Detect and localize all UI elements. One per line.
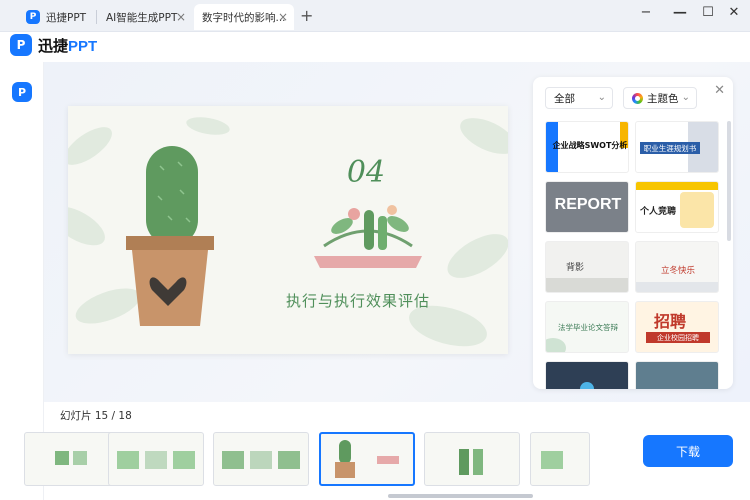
tab-label: AI智能生成PPT xyxy=(106,11,178,24)
template-card-title: 个人竞聘 xyxy=(640,207,677,217)
theme-color-dropdown[interactable]: 主题色 ⌄ xyxy=(623,87,697,109)
card-leaf xyxy=(546,338,566,352)
app-logo-text: 迅捷PPT xyxy=(38,35,97,56)
window-close-icon[interactable]: ✕ xyxy=(724,5,744,20)
card-mountain xyxy=(546,278,628,292)
template-card-title: 企业战略SWOT分析 xyxy=(552,141,628,150)
theme-color-label: 主题色 xyxy=(647,92,679,105)
thumb-bar xyxy=(459,449,469,475)
tab-label: 数字时代的影响... xyxy=(202,11,286,24)
thumb-block xyxy=(73,451,87,465)
thumb-photo xyxy=(541,451,563,469)
thumb-photo xyxy=(173,451,195,469)
template-card[interactable] xyxy=(545,361,629,389)
thumb-cactus xyxy=(339,440,351,464)
minimize-icon[interactable]: − xyxy=(636,5,656,20)
template-card-title: REPORT xyxy=(554,196,622,213)
close-icon[interactable]: × xyxy=(278,10,288,24)
filmstrip-thumbnail-active[interactable] xyxy=(319,432,415,486)
template-panel: 全部 ⌄ 主题色 ⌄ ✕ 企业战略SWOT分析 职业生涯规划书 REPORT 个… xyxy=(533,77,733,389)
slide-number: 04 xyxy=(347,155,385,190)
template-card[interactable]: 背影 xyxy=(545,241,629,293)
flower-bouquet-illustration xyxy=(314,205,422,268)
slide-preview[interactable]: 04 执行与执行效果评估 xyxy=(68,106,508,354)
template-card-title: 职业生涯规划书 xyxy=(640,142,700,154)
color-wheel-icon xyxy=(632,92,643,104)
thumb-photo xyxy=(250,451,272,469)
tab-ai-generate[interactable]: AI智能生成PPT × xyxy=(98,4,192,30)
slide-counter: 幻灯片 15 / 18 xyxy=(60,410,132,422)
restore-icon[interactable]: ☐ xyxy=(698,5,718,20)
filmstrip-thumbnail[interactable] xyxy=(24,432,120,486)
filmstrip-thumbnail[interactable] xyxy=(530,432,590,486)
thumb-photo xyxy=(222,451,244,469)
menu-icon[interactable]: − xyxy=(670,0,690,24)
template-card[interactable]: 法学毕业论文答辩 xyxy=(545,301,629,353)
chevron-down-icon: ⌄ xyxy=(597,92,606,103)
template-card[interactable]: REPORT xyxy=(545,181,629,233)
close-icon[interactable]: × xyxy=(176,10,186,24)
filter-all-label: 全部 xyxy=(554,92,575,105)
template-card-title: 企业校园招聘 xyxy=(646,332,710,343)
tab-separator xyxy=(96,10,97,24)
template-card-title: 背影 xyxy=(566,263,585,273)
filmstrip-thumbnail[interactable] xyxy=(108,432,204,486)
thumb-photo xyxy=(145,451,167,469)
template-card[interactable]: 招聘 企业校园招聘 xyxy=(635,301,719,353)
card-accent xyxy=(636,182,718,190)
template-card[interactable]: 企业战略SWOT分析 xyxy=(545,121,629,173)
logo-text-main: 迅捷 xyxy=(38,38,69,55)
card-logo xyxy=(580,382,594,389)
card-snow xyxy=(636,282,718,292)
filmstrip-scrollbar[interactable] xyxy=(388,494,533,498)
thumb-pot xyxy=(335,462,355,478)
new-tab-plus-icon[interactable]: + xyxy=(300,6,313,25)
thumb-ribbon xyxy=(377,456,399,464)
slide-title: 执行与执行效果评估 xyxy=(286,292,430,310)
template-card-title: 法学毕业论文答辩 xyxy=(558,323,618,332)
template-card[interactable]: 职业生涯规划书 xyxy=(635,121,719,173)
thumb-photo xyxy=(278,451,300,469)
tab-label: 迅捷PPT xyxy=(46,11,87,24)
logo-text-accent: PPT xyxy=(68,38,98,55)
filter-all-dropdown[interactable]: 全部 ⌄ xyxy=(545,87,613,109)
bottom-bar: 幻灯片 15 / 18 下载 xyxy=(24,402,750,500)
app-header: P 迅捷PPT xyxy=(0,32,750,62)
logo-icon: P xyxy=(10,34,32,56)
panel-close-icon[interactable]: ✕ xyxy=(714,83,725,98)
thumb-bar xyxy=(473,449,483,475)
thumb-photo xyxy=(117,451,139,469)
leaf-decoration xyxy=(68,117,508,347)
chevron-down-icon: ⌄ xyxy=(681,92,690,103)
card-illustration xyxy=(680,192,714,228)
cactus-illustration xyxy=(126,146,214,326)
tab-xunjie-ppt[interactable]: P 迅捷PPT xyxy=(18,4,98,30)
template-card-title: 立冬快乐 xyxy=(660,266,695,276)
template-card[interactable] xyxy=(635,361,719,389)
ppt-home-icon[interactable]: P xyxy=(12,82,32,102)
thumb-block xyxy=(55,451,69,465)
template-card[interactable]: 立冬快乐 xyxy=(635,241,719,293)
filmstrip-thumbnail[interactable] xyxy=(213,432,309,486)
slide-artwork: 04 执行与执行效果评估 xyxy=(68,117,508,347)
title-bar: P 迅捷PPT AI智能生成PPT × 数字时代的影响... × + − − ☐… xyxy=(0,0,750,32)
panel-scrollbar[interactable] xyxy=(727,121,731,241)
app-icon: P xyxy=(26,10,40,24)
filmstrip-thumbnail[interactable] xyxy=(424,432,520,486)
tab-current-document[interactable]: 数字时代的影响... × xyxy=(194,4,294,30)
card-brush-text: 招聘 xyxy=(654,312,687,331)
download-button[interactable]: 下载 xyxy=(643,435,733,467)
template-card[interactable]: 个人竞聘 xyxy=(635,181,719,233)
